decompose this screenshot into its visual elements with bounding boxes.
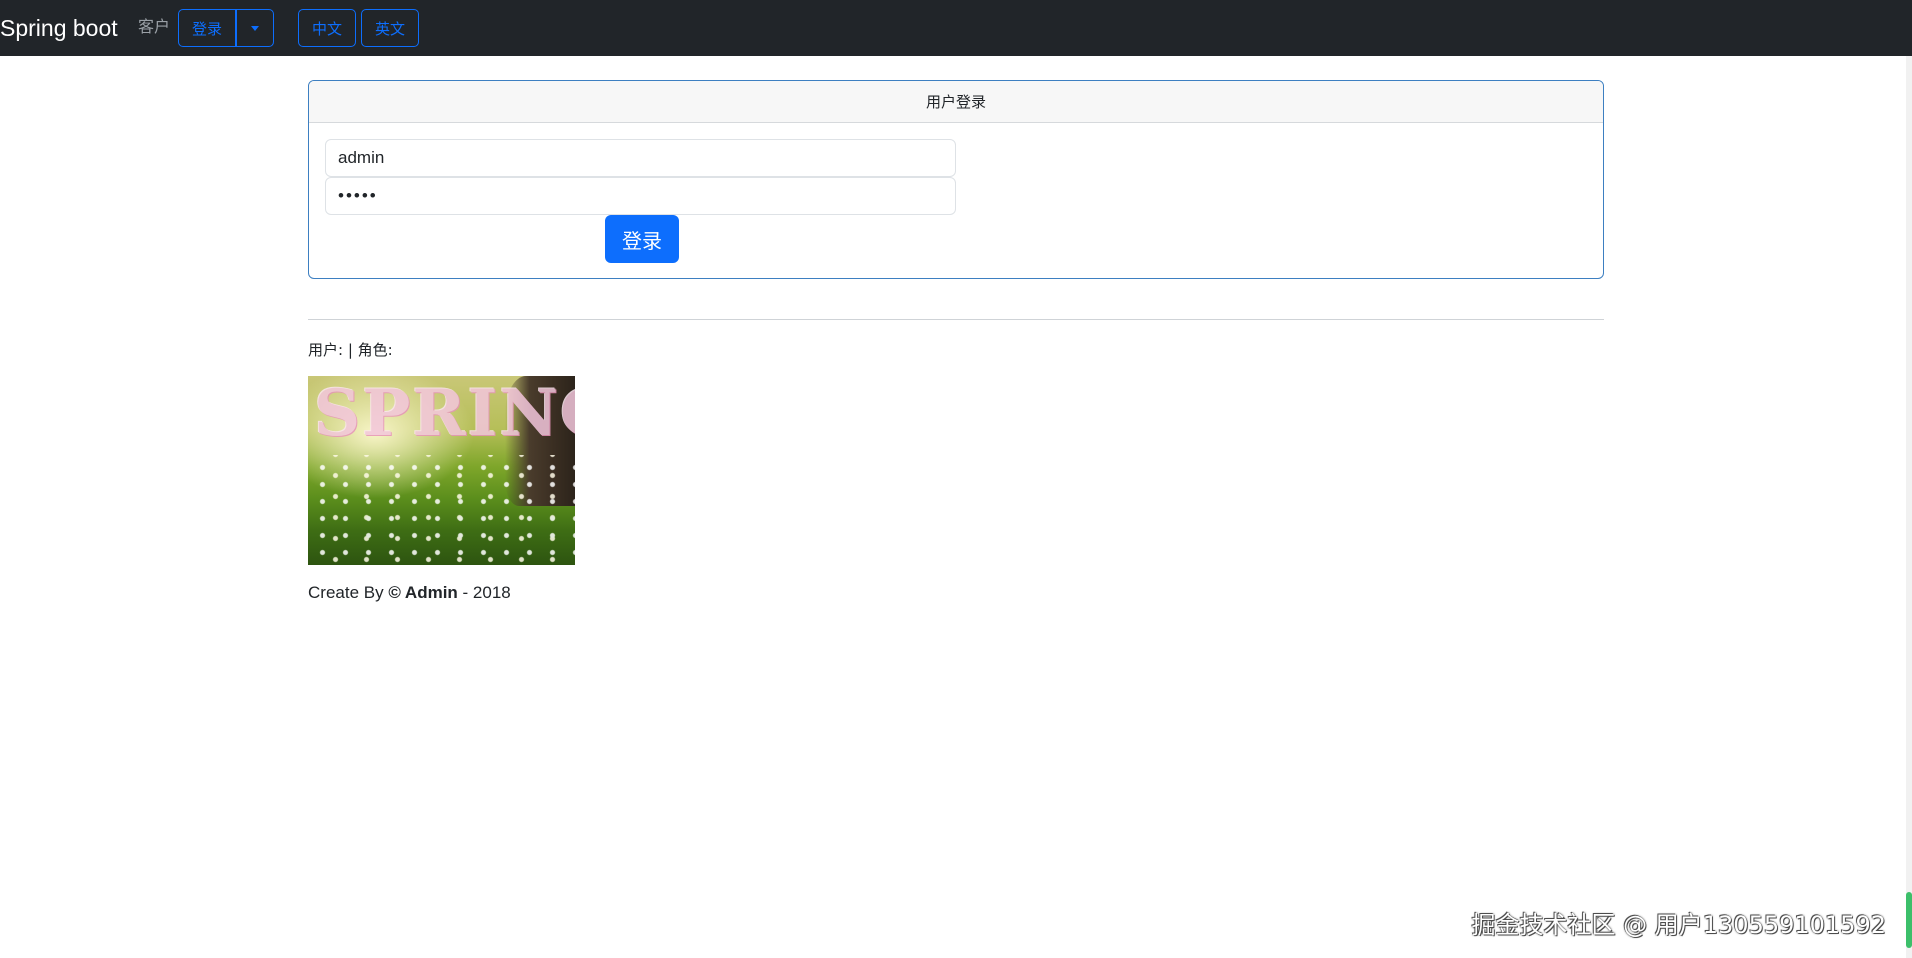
login-card: 用户登录 登录 <box>308 80 1604 279</box>
scrollbar-thumb[interactable] <box>1906 892 1912 948</box>
footer-credit: Create By © Admin - 2018 <box>308 583 511 603</box>
spring-image: SPRING <box>308 376 575 565</box>
divider <box>308 319 1604 320</box>
user-role-text: 用户: | 角色: <box>308 341 393 359</box>
footer-prefix: Create By <box>308 583 389 602</box>
scrollbar-track[interactable] <box>1906 56 1912 958</box>
top-navbar: Spring boot 客户 登录 中文 英文 <box>0 0 1912 56</box>
nav-login-button[interactable]: 登录 <box>178 9 236 47</box>
footer-suffix: - 2018 <box>457 583 511 602</box>
login-submit-button[interactable]: 登录 <box>605 215 679 263</box>
flower-field <box>308 455 575 565</box>
login-dropdown-toggle[interactable] <box>236 9 274 47</box>
lang-english-button[interactable]: 英文 <box>361 9 419 47</box>
password-input[interactable] <box>325 177 956 215</box>
lang-chinese-button[interactable]: 中文 <box>298 9 356 47</box>
footer-author: © Admin <box>388 583 458 602</box>
login-card-title: 用户登录 <box>309 81 1603 123</box>
username-input[interactable] <box>325 139 956 177</box>
spring-word-art: SPRING <box>314 376 575 451</box>
caret-down-icon <box>251 25 259 31</box>
brand-title[interactable]: Spring boot <box>0 13 118 43</box>
watermark-text: 掘金技术社区 @ 用户130559101592 <box>1471 911 1887 939</box>
guest-label: 客户 <box>138 19 171 36</box>
